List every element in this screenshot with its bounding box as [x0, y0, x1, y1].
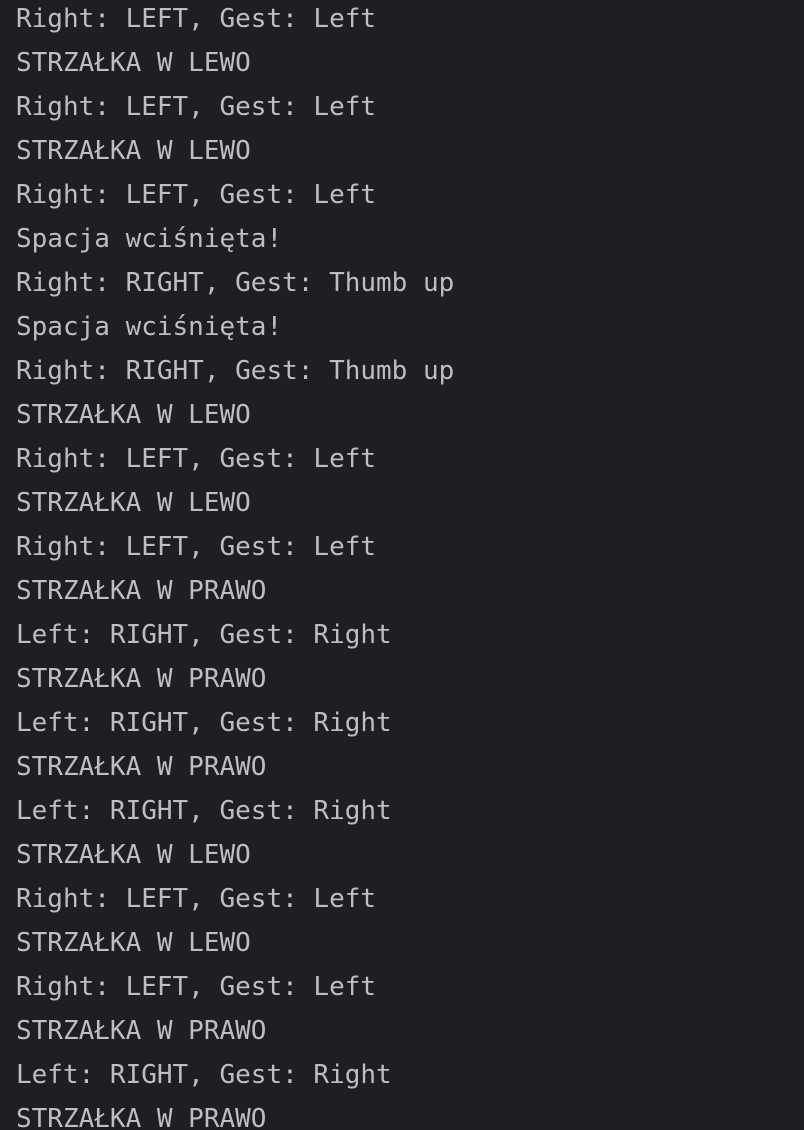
- console-line: STRZAŁKA W PRAWO: [16, 576, 267, 606]
- console-line: STRZAŁKA W LEWO: [16, 840, 251, 870]
- console-line: Right: LEFT, Gest: Left: [16, 972, 377, 1002]
- console-line: STRZAŁKA W LEWO: [16, 928, 251, 958]
- console-line: Left: RIGHT, Gest: Right: [16, 708, 392, 738]
- console-line: Spacja wciśnięta!: [16, 312, 283, 342]
- console-line: Right: RIGHT, Gest: Thumb up: [16, 268, 455, 298]
- console-line: STRZAŁKA W LEWO: [16, 400, 251, 430]
- console-line: STRZAŁKA W PRAWO: [16, 1016, 267, 1046]
- console-output[interactable]: Right: LEFT, Gest: Left STRZAŁKA W LEWO …: [0, 0, 804, 1130]
- console-line: STRZAŁKA W PRAWO: [16, 1104, 267, 1130]
- console-line: Right: LEFT, Gest: Left: [16, 4, 377, 34]
- console-line: Right: LEFT, Gest: Left: [16, 884, 377, 914]
- console-line: Left: RIGHT, Gest: Right: [16, 1060, 392, 1090]
- console-line: Left: RIGHT, Gest: Right: [16, 796, 392, 826]
- console-lines: Right: LEFT, Gest: Left STRZAŁKA W LEWO …: [16, 0, 454, 1130]
- console-line: Right: LEFT, Gest: Left: [16, 92, 377, 122]
- console-line: Right: LEFT, Gest: Left: [16, 532, 377, 562]
- console-line: STRZAŁKA W PRAWO: [16, 664, 267, 694]
- console-line: Right: LEFT, Gest: Left: [16, 180, 377, 210]
- console-line: Spacja wciśnięta!: [16, 224, 283, 254]
- console-line: STRZAŁKA W LEWO: [16, 48, 251, 78]
- console-line: Left: RIGHT, Gest: Right: [16, 620, 392, 650]
- console-line: STRZAŁKA W LEWO: [16, 488, 251, 518]
- console-line: STRZAŁKA W PRAWO: [16, 752, 267, 782]
- console-line: Right: LEFT, Gest: Left: [16, 444, 377, 474]
- console-line: Right: RIGHT, Gest: Thumb up: [16, 356, 455, 386]
- console-line: STRZAŁKA W LEWO: [16, 136, 251, 166]
